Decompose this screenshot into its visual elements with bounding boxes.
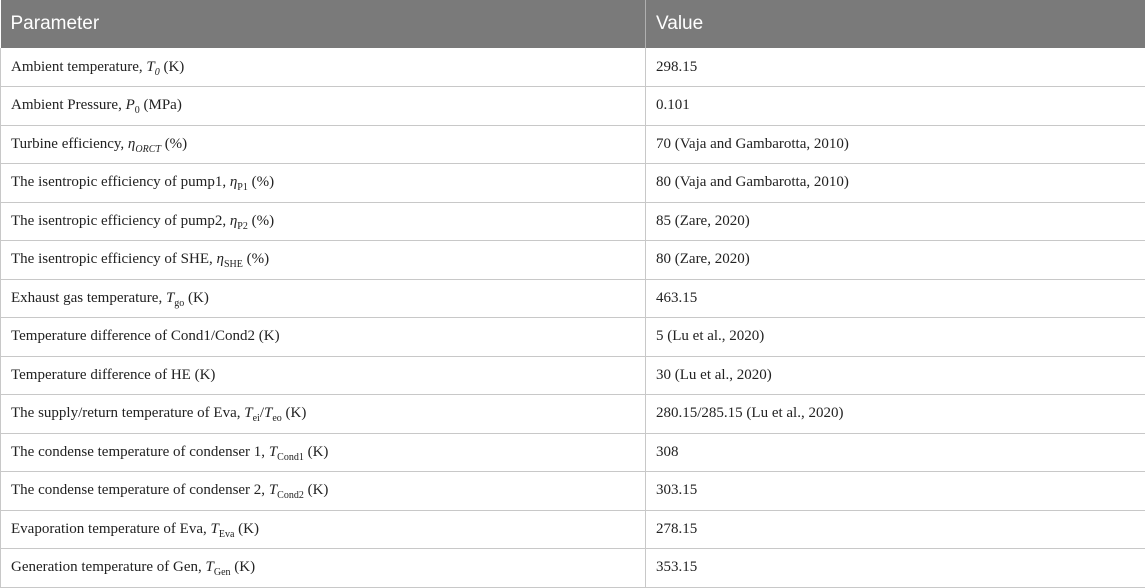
table-body: Ambient temperature, T0 (K) 298.15 Ambie… <box>1 48 1145 587</box>
parameter-cell: The supply/return temperature of Eva, Te… <box>1 395 646 434</box>
header-parameter: Parameter <box>1 0 646 48</box>
table-row: Generation temperature of Gen, TGen (K) … <box>1 549 1145 588</box>
value-cell: 278.15 <box>646 510 1145 549</box>
header-row: Parameter Value <box>1 0 1145 48</box>
value-cell: 463.15 <box>646 279 1145 318</box>
parameter-cell: The condense temperature of condenser 1,… <box>1 433 646 472</box>
value-cell: 70 (Vaja and Gambarotta, 2010) <box>646 125 1145 164</box>
parameter-cell: Exhaust gas temperature, Tgo (K) <box>1 279 646 318</box>
parameter-cell: Ambient Pressure, P0 (MPa) <box>1 87 646 126</box>
table-row: The isentropic efficiency of pump1, ηP1 … <box>1 164 1145 203</box>
value-cell: 85 (Zare, 2020) <box>646 202 1145 241</box>
parameter-cell: The isentropic efficiency of pump1, ηP1 … <box>1 164 646 203</box>
table-row: The condense temperature of condenser 2,… <box>1 472 1145 511</box>
value-cell: 353.15 <box>646 549 1145 588</box>
table-row: Ambient Pressure, P0 (MPa) 0.101 <box>1 87 1145 126</box>
parameter-cell: The condense temperature of condenser 2,… <box>1 472 646 511</box>
value-cell: 280.15/285.15 (Lu et al., 2020) <box>646 395 1145 434</box>
value-cell: 298.15 <box>646 48 1145 87</box>
parameter-cell: The isentropic efficiency of SHE, ηSHE (… <box>1 241 646 280</box>
table-row: The isentropic efficiency of SHE, ηSHE (… <box>1 241 1145 280</box>
value-cell: 303.15 <box>646 472 1145 511</box>
parameter-cell: Temperature difference of HE (K) <box>1 356 646 395</box>
table-header: Parameter Value <box>1 0 1145 48</box>
table-row: The condense temperature of condenser 1,… <box>1 433 1145 472</box>
table-row: Temperature difference of HE (K) 30 (Lu … <box>1 356 1145 395</box>
parameter-cell: Evaporation temperature of Eva, TEva (K) <box>1 510 646 549</box>
parameter-cell: Ambient temperature, T0 (K) <box>1 48 646 87</box>
table-row: Evaporation temperature of Eva, TEva (K)… <box>1 510 1145 549</box>
value-cell: 308 <box>646 433 1145 472</box>
parameter-cell: Generation temperature of Gen, TGen (K) <box>1 549 646 588</box>
table-row: Ambient temperature, T0 (K) 298.15 <box>1 48 1145 87</box>
parameters-table: Parameter Value Ambient temperature, T0 … <box>0 0 1145 588</box>
table-row: The isentropic efficiency of pump2, ηP2 … <box>1 202 1145 241</box>
parameter-cell: The isentropic efficiency of pump2, ηP2 … <box>1 202 646 241</box>
value-cell: 30 (Lu et al., 2020) <box>646 356 1145 395</box>
parameter-cell: Temperature difference of Cond1/Cond2 (K… <box>1 318 646 357</box>
table-row: Temperature difference of Cond1/Cond2 (K… <box>1 318 1145 357</box>
table-row: The supply/return temperature of Eva, Te… <box>1 395 1145 434</box>
parameter-cell: Turbine efficiency, ηORCT (%) <box>1 125 646 164</box>
value-cell: 5 (Lu et al., 2020) <box>646 318 1145 357</box>
table-row: Exhaust gas temperature, Tgo (K) 463.15 <box>1 279 1145 318</box>
header-value: Value <box>646 0 1145 48</box>
value-cell: 80 (Vaja and Gambarotta, 2010) <box>646 164 1145 203</box>
value-cell: 0.101 <box>646 87 1145 126</box>
value-cell: 80 (Zare, 2020) <box>646 241 1145 280</box>
table-row: Turbine efficiency, ηORCT (%) 70 (Vaja a… <box>1 125 1145 164</box>
